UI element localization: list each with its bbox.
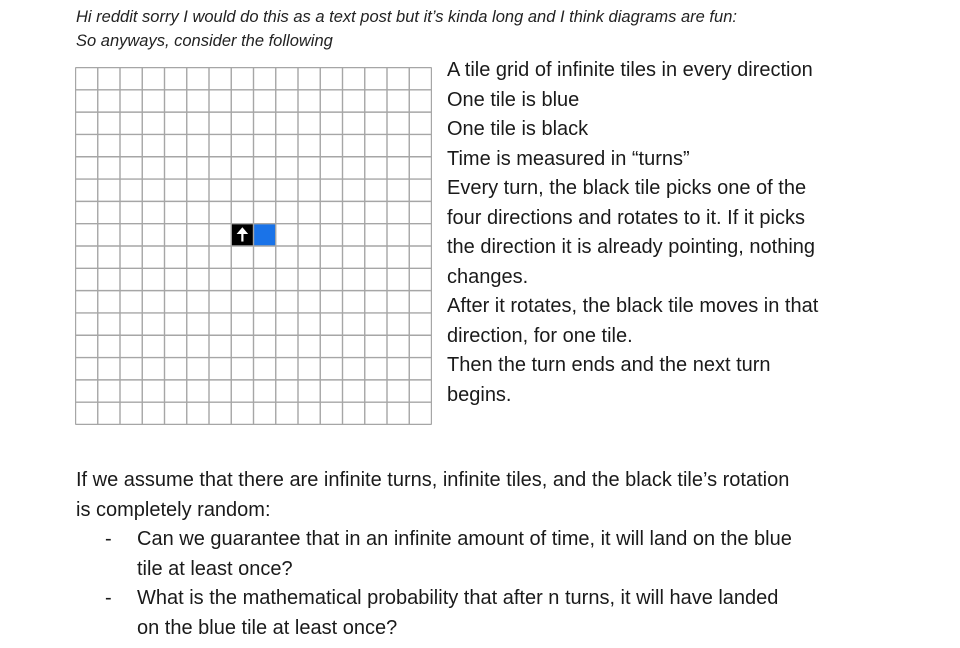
rule-line: After it rotates, the black tile moves i…: [447, 295, 819, 317]
blue-tile: [253, 223, 276, 246]
rule-line: One tile is black: [447, 118, 589, 140]
rule-line: Every turn, the black tile picks one of …: [447, 177, 807, 199]
bullet-dash: -: [105, 587, 112, 609]
bullet-dash: -: [105, 528, 112, 550]
rule-line: four directions and rotates to it. If it…: [447, 206, 805, 229]
rule-line: the direction it is already pointing, no…: [447, 236, 816, 258]
rule-line: Then the turn ends and the next turn: [447, 354, 771, 376]
question-item: - Can we guarantee that in an infinite a…: [76, 525, 896, 584]
question-line: What is the mathematical probability tha…: [137, 587, 779, 609]
rule-line: direction, for one tile.: [447, 324, 633, 347]
rule-line: Time is measured in “turns”: [447, 147, 690, 170]
question-intro: If we assume that there are infinite tur…: [76, 466, 896, 525]
rule-line: One tile is blue: [447, 88, 580, 111]
rule-line: changes.: [447, 265, 529, 288]
intro-line-2: So anyways, consider the following: [76, 32, 333, 50]
question-line: on the blue tile at least once?: [137, 616, 398, 639]
question-intro-line-1: If we assume that there are infinite tur…: [76, 469, 790, 491]
question-list: - Can we guarantee that in an infinite a…: [76, 525, 896, 643]
intro-line-1: Hi reddit sorry I would do this as a tex…: [76, 8, 737, 26]
tile-grid-diagram: [75, 67, 432, 425]
rule-line: begins.: [447, 383, 512, 406]
question-line: tile at least once?: [137, 557, 293, 580]
tile-grid-svg: [75, 67, 432, 425]
question-line: Can we guarantee that in an infinite amo…: [137, 528, 792, 550]
intro-text: Hi reddit sorry I would do this as a tex…: [76, 5, 737, 53]
rules-text: A tile grid of infinite tiles in every d…: [447, 56, 867, 410]
rule-line: A tile grid of infinite tiles in every d…: [447, 59, 813, 81]
question-intro-line-2: is completely random:: [76, 498, 271, 521]
question-item: - What is the mathematical probability t…: [76, 584, 896, 643]
